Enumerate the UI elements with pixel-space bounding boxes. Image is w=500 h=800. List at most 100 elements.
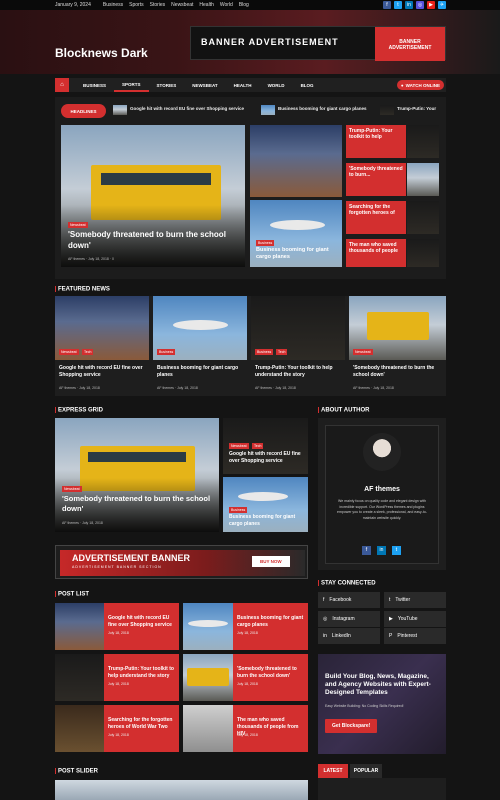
- express-main-image[interactable]: [55, 418, 219, 532]
- postlist-thumb-5[interactable]: [55, 705, 104, 752]
- express-s1-cat2[interactable]: Tech: [252, 443, 264, 449]
- postlist-thumb-1[interactable]: [55, 603, 104, 650]
- ticker-item[interactable]: Business booming for giant cargo planes: [278, 106, 367, 111]
- hero-title[interactable]: 'Somebody threatened to burn the school …: [68, 229, 238, 251]
- featured-meta-4: AF themes · July 18, 2018: [353, 386, 394, 390]
- slider-image[interactable]: [55, 780, 308, 800]
- top-link-blog[interactable]: Blog: [239, 2, 249, 8]
- tab-popular[interactable]: POPULAR: [350, 764, 382, 778]
- top-link-stories[interactable]: Stories: [150, 2, 166, 8]
- pinterest-button[interactable]: P Pinterest: [384, 628, 446, 644]
- featured-cat-3b[interactable]: Tech: [276, 349, 288, 355]
- express-s1-cat[interactable]: Newsbeat: [229, 443, 249, 449]
- featured-heading: FEATURED NEWS: [55, 286, 110, 293]
- express-s2-title[interactable]: Business booming for giant cargo planes: [229, 514, 307, 528]
- youtube-button[interactable]: ▶ YouTube: [384, 611, 446, 627]
- home-icon[interactable]: ⌂: [55, 78, 69, 92]
- get-blockspare-button[interactable]: Get Blockspare!: [325, 719, 378, 733]
- featured-cat-3[interactable]: Business: [255, 349, 274, 355]
- watch-online-label: WATCH ONLINE: [405, 82, 440, 88]
- express-s2-cat[interactable]: Business: [229, 507, 248, 513]
- postlist-item-4[interactable]: 'Somebody threatened to burn the school …: [233, 654, 308, 701]
- hero-small-title[interactable]: Business booming for giant cargo planes: [256, 247, 338, 261]
- site-title[interactable]: Blocknews Dark: [55, 46, 148, 60]
- header-banner[interactable]: BANNER ADVERTISEMENT BANNER ADVERTISEMEN…: [190, 26, 446, 61]
- promo-title: Build Your Blog, News, Magazine, and Age…: [325, 673, 431, 696]
- postlist-date-3: July 18, 2018: [108, 682, 129, 686]
- side-item-3[interactable]: Searching for the forgotten heroes of: [346, 201, 406, 234]
- postslider-heading: POST SLIDER: [55, 768, 98, 775]
- featured-cat-4[interactable]: Newsbeat: [353, 349, 373, 355]
- express-main-cat[interactable]: Newsbeat: [62, 486, 82, 492]
- express-s1-title[interactable]: Google hit with record EU fine over Shop…: [229, 451, 307, 465]
- side-item-2[interactable]: 'Somebody threatened to burn...: [346, 163, 406, 196]
- top-link-business[interactable]: Business: [103, 2, 123, 8]
- side-item-1[interactable]: Trump-Putin: Your toolkit to help: [346, 125, 406, 158]
- postlist-item-6[interactable]: The man who saved thousands of people fr…: [233, 705, 308, 752]
- twitter-icon[interactable]: t: [392, 546, 401, 555]
- twitter-button[interactable]: t Twitter: [384, 592, 446, 608]
- postlist-item-3[interactable]: Trump-Putin: Your toolkit to help unders…: [104, 654, 179, 701]
- top-link-health[interactable]: Health: [199, 2, 213, 8]
- express-main-title[interactable]: 'Somebody threatened to burn the school …: [62, 494, 217, 514]
- facebook-icon[interactable]: f: [362, 546, 371, 555]
- hero-small-image-1[interactable]: [250, 125, 342, 197]
- featured-title-2[interactable]: Business booming for giant cargo planes: [157, 365, 245, 379]
- featured-cat-1b[interactable]: Tech: [82, 349, 94, 355]
- nav-world[interactable]: WORLD: [260, 78, 293, 92]
- ad-banner[interactable]: ADVERTISEMENT BANNER ADVERTISEMENT BANNE…: [55, 545, 308, 579]
- twitter-icon[interactable]: t: [394, 1, 402, 9]
- featured-cat-2[interactable]: Business: [157, 349, 176, 355]
- top-bar: January 9, 2024 Business Sports Stories …: [0, 0, 500, 10]
- top-link-newsbeat[interactable]: Newsbeat: [171, 2, 193, 8]
- postlist-heading: POST LIST: [55, 591, 89, 598]
- featured-title-1[interactable]: Google hit with record EU fine over Shop…: [59, 365, 147, 379]
- facebook-icon: f: [323, 597, 325, 603]
- instagram-icon[interactable]: ◎: [416, 1, 424, 9]
- featured-cat-1[interactable]: Newsbeat: [59, 349, 79, 355]
- top-link-world[interactable]: World: [220, 2, 233, 8]
- top-link-sports[interactable]: Sports: [129, 2, 143, 8]
- postlist-thumb-6[interactable]: [183, 705, 233, 752]
- headlines-label: HEADLINES: [61, 104, 106, 118]
- youtube-icon: ▶: [389, 616, 393, 622]
- linkedin-icon[interactable]: in: [377, 546, 386, 555]
- watch-online-button[interactable]: ● WATCH ONLINE: [396, 80, 444, 90]
- nav-stories[interactable]: STORIES: [149, 78, 185, 92]
- nav-newsbeat[interactable]: NEWSBEAT: [184, 78, 225, 92]
- about-heading: ABOUT AUTHOR: [318, 407, 369, 414]
- nav-sports[interactable]: SPORTS: [114, 78, 149, 92]
- youtube-icon[interactable]: ▶: [427, 1, 435, 9]
- buy-now-button[interactable]: BUY NOW: [252, 556, 290, 567]
- linkedin-icon[interactable]: in: [405, 1, 413, 9]
- nav-health[interactable]: HEALTH: [226, 78, 260, 92]
- ticker-item[interactable]: Trump-Putin: Your: [397, 106, 436, 111]
- express-main-meta: AF themes · July 18, 2018: [62, 521, 103, 525]
- side-thumb-4: [407, 239, 439, 267]
- postlist-date-2: July 18, 2018: [237, 631, 258, 635]
- tab-latest[interactable]: LATEST: [318, 764, 348, 778]
- facebook-button[interactable]: f Facebook: [318, 592, 380, 608]
- hero-small-category[interactable]: Business: [256, 240, 275, 246]
- postlist-thumb-3[interactable]: [55, 654, 104, 701]
- telegram-icon[interactable]: ✈: [438, 1, 446, 9]
- linkedin-button[interactable]: in LinkedIn: [318, 628, 380, 644]
- featured-meta-2: AF themes · July 18, 2018: [157, 386, 198, 390]
- side-item-4[interactable]: The man who saved thousands of people: [346, 239, 406, 267]
- featured-title-3[interactable]: Trump-Putin: Your toolkit to help unders…: [255, 365, 343, 379]
- postlist-item-2[interactable]: Business booming for giant cargo planes …: [233, 603, 308, 650]
- promo-card[interactable]: Build Your Blog, News, Magazine, and Age…: [318, 654, 446, 754]
- banner-red-block: BANNER ADVERTISEMENT: [375, 27, 445, 61]
- postlist-item-1[interactable]: Google hit with record EU fine over Shop…: [104, 603, 179, 650]
- postlist-thumb-4[interactable]: [183, 654, 233, 701]
- featured-title-4[interactable]: 'Somebody threatened to burn the school …: [353, 365, 443, 379]
- nav-business[interactable]: BUSINESS: [75, 78, 114, 92]
- ticker-item[interactable]: Google hit with record EU fine over Shop…: [130, 106, 244, 111]
- hero-category[interactable]: Newsbeat: [68, 222, 88, 228]
- nav-blog[interactable]: BLOG: [293, 78, 322, 92]
- facebook-icon[interactable]: f: [383, 1, 391, 9]
- instagram-button[interactable]: ◎ Instagram: [318, 611, 380, 627]
- postlist-thumb-2[interactable]: [183, 603, 233, 650]
- postlist-item-5[interactable]: Searching for the forgotten heroes of Wo…: [104, 705, 179, 752]
- postlist-date-5: July 18, 2018: [108, 733, 129, 737]
